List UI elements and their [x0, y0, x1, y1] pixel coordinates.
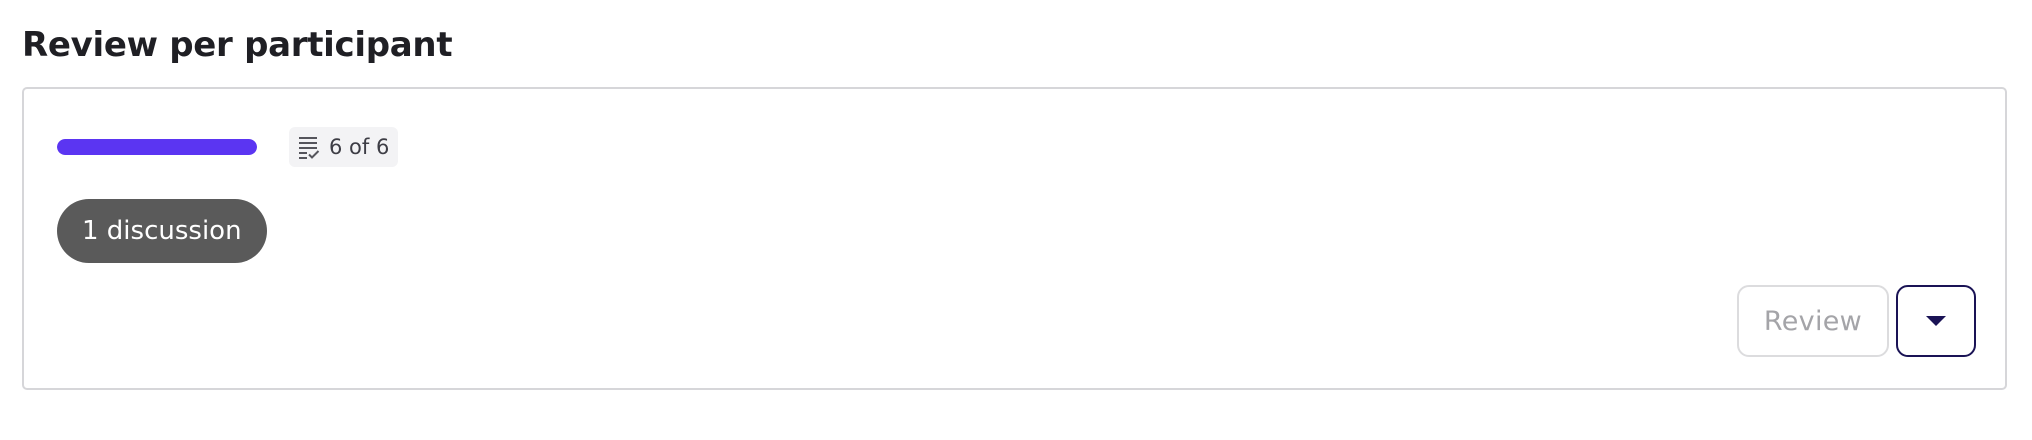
participant-review-card: 6 of 6 1 discussion Review: [22, 87, 2007, 390]
completed-count-chip: 6 of 6: [289, 127, 399, 167]
review-button[interactable]: Review: [1737, 285, 1889, 357]
caret-down-icon: [1925, 315, 1947, 327]
page-title: Review per participant: [22, 25, 453, 65]
discussion-badge[interactable]: 1 discussion: [57, 199, 267, 263]
review-options-dropdown-button[interactable]: [1896, 285, 1976, 357]
completed-count-text: 6 of 6: [329, 135, 390, 159]
progress-bar: [57, 139, 257, 155]
progress-bar-fill: [57, 139, 257, 155]
checklist-icon: [298, 135, 320, 159]
